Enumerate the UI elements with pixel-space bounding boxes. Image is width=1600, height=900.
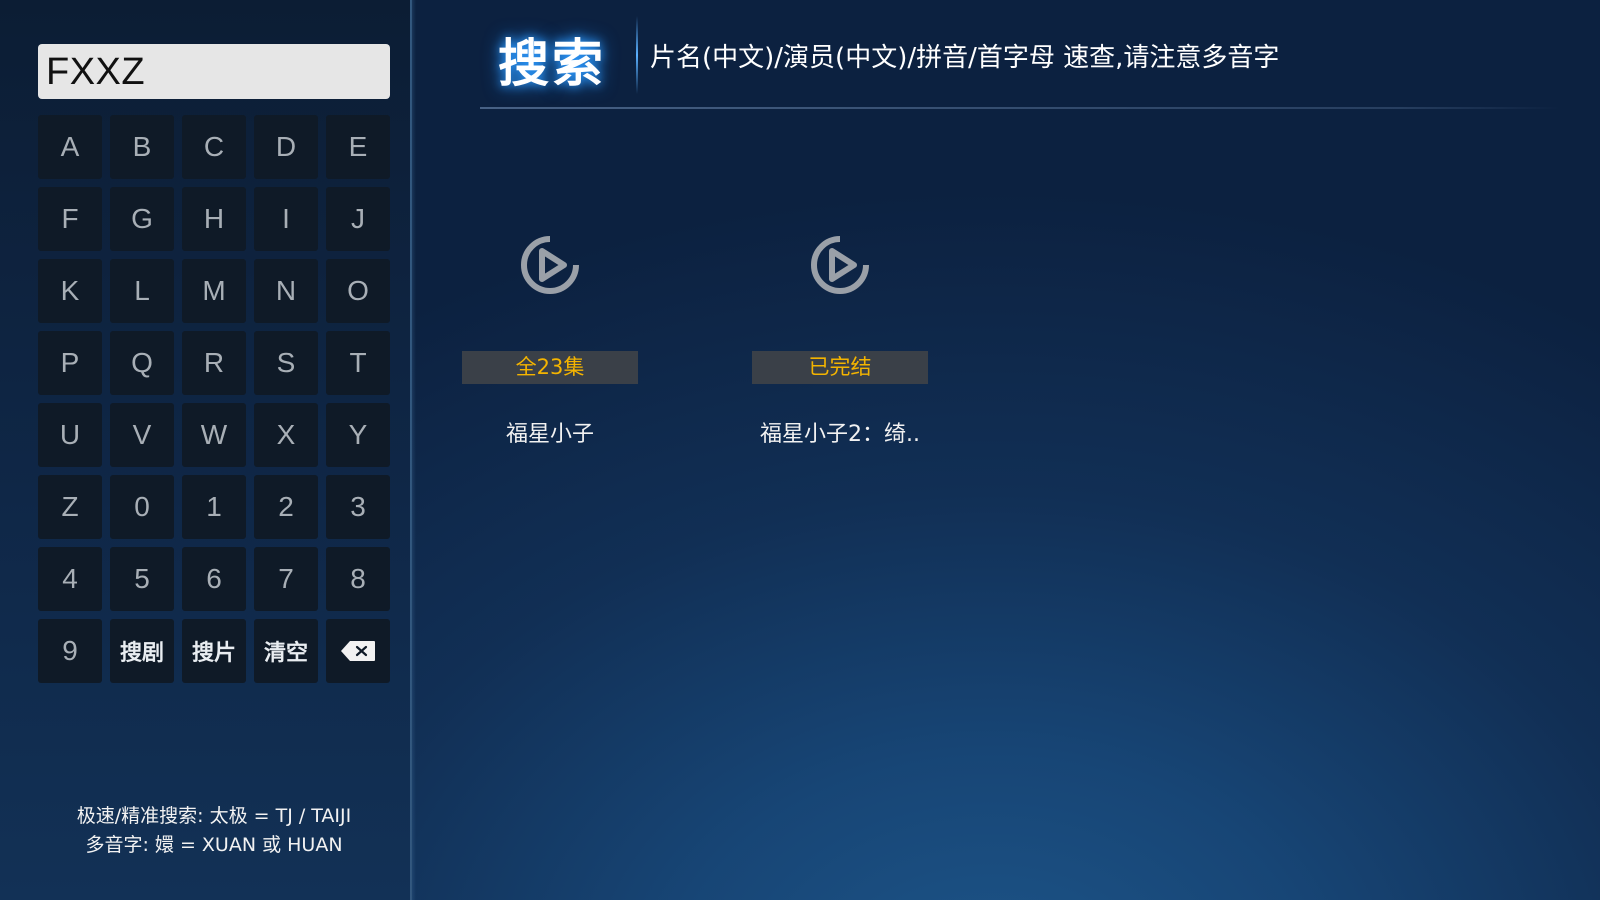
header-divider	[480, 107, 1560, 109]
sidebar-divider	[410, 0, 416, 900]
key-s[interactable]: S	[254, 331, 318, 395]
key-z[interactable]: Z	[38, 475, 102, 539]
key-a[interactable]: A	[38, 115, 102, 179]
key-g[interactable]: G	[110, 187, 174, 251]
play-icon	[811, 236, 869, 294]
key-0[interactable]: 0	[110, 475, 174, 539]
key-1[interactable]: 1	[182, 475, 246, 539]
key-b[interactable]: B	[110, 115, 174, 179]
search-series-button[interactable]: 搜剧	[110, 619, 174, 683]
key-4[interactable]: 4	[38, 547, 102, 611]
key-n[interactable]: N	[254, 259, 318, 323]
key-p[interactable]: P	[38, 331, 102, 395]
key-9[interactable]: 9	[38, 619, 102, 683]
key-w[interactable]: W	[182, 403, 246, 467]
key-v[interactable]: V	[110, 403, 174, 467]
key-2[interactable]: 2	[254, 475, 318, 539]
search-movie-button[interactable]: 搜片	[182, 619, 246, 683]
key-r[interactable]: R	[182, 331, 246, 395]
key-o[interactable]: O	[326, 259, 390, 323]
result-item[interactable]: 已完结 福星小子2：绮..	[752, 228, 928, 458]
sidebar: FXXZ A B C D E F G H I J K L M N O P Q R…	[0, 0, 412, 900]
backspace-button[interactable]	[326, 619, 390, 683]
search-tips: 极速/精准搜索: 太极 = TJ / TAIJI 多音字: 嬛 = XUAN 或…	[0, 802, 428, 860]
key-i[interactable]: I	[254, 187, 318, 251]
key-6[interactable]: 6	[182, 547, 246, 611]
key-t[interactable]: T	[326, 331, 390, 395]
status-badge: 已完结	[752, 351, 928, 384]
clear-button[interactable]: 清空	[254, 619, 318, 683]
key-m[interactable]: M	[182, 259, 246, 323]
on-screen-keyboard: A B C D E F G H I J K L M N O P Q R S T …	[38, 115, 390, 683]
key-7[interactable]: 7	[254, 547, 318, 611]
search-input[interactable]: FXXZ	[38, 44, 390, 99]
episode-badge: 全23集	[462, 351, 638, 384]
result-title: 福星小子	[505, 422, 594, 447]
key-q[interactable]: Q	[110, 331, 174, 395]
search-tip-line-1: 极速/精准搜索: 太极 = TJ / TAIJI	[76, 805, 352, 827]
key-l[interactable]: L	[110, 259, 174, 323]
result-item[interactable]: 全23集 福星小子	[462, 228, 638, 458]
key-k[interactable]: K	[38, 259, 102, 323]
key-f[interactable]: F	[38, 187, 102, 251]
search-instructions: 片名(中文)/演员(中文)/拼音/首字母 速查,请注意多音字	[650, 43, 1280, 73]
backspace-icon	[341, 641, 375, 661]
key-j[interactable]: J	[326, 187, 390, 251]
key-c[interactable]: C	[182, 115, 246, 179]
page-title: 搜索	[498, 35, 607, 94]
key-5[interactable]: 5	[110, 547, 174, 611]
key-h[interactable]: H	[182, 187, 246, 251]
result-title: 福星小子2：绮..	[760, 422, 920, 447]
key-x[interactable]: X	[254, 403, 318, 467]
key-u[interactable]: U	[38, 403, 102, 467]
key-e[interactable]: E	[326, 115, 390, 179]
key-d[interactable]: D	[254, 115, 318, 179]
key-8[interactable]: 8	[326, 547, 390, 611]
key-y[interactable]: Y	[326, 403, 390, 467]
header-separator	[636, 16, 638, 94]
search-tip-line-2: 多音字: 嬛 = XUAN 或 HUAN	[85, 834, 343, 856]
key-3[interactable]: 3	[326, 475, 390, 539]
play-icon	[521, 236, 579, 294]
